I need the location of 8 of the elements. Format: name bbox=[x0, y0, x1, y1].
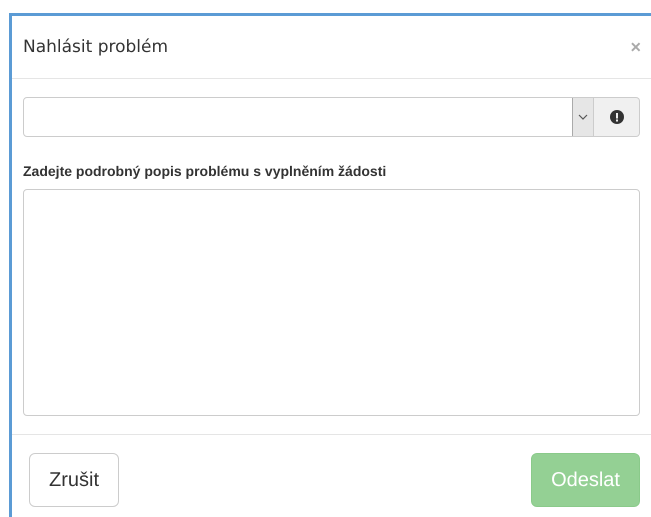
description-label: Zadejte podrobný popis problému s vyplněním žádosti bbox=[23, 163, 388, 179]
exclamation-icon bbox=[610, 110, 624, 124]
info-button[interactable] bbox=[594, 97, 640, 137]
cancel-button[interactable]: Zrušit bbox=[29, 453, 119, 507]
dialog-title: Nahlásit problém bbox=[23, 37, 168, 57]
close-button[interactable]: × bbox=[630, 36, 641, 58]
select-field[interactable] bbox=[23, 97, 594, 137]
description-field[interactable] bbox=[23, 189, 640, 416]
